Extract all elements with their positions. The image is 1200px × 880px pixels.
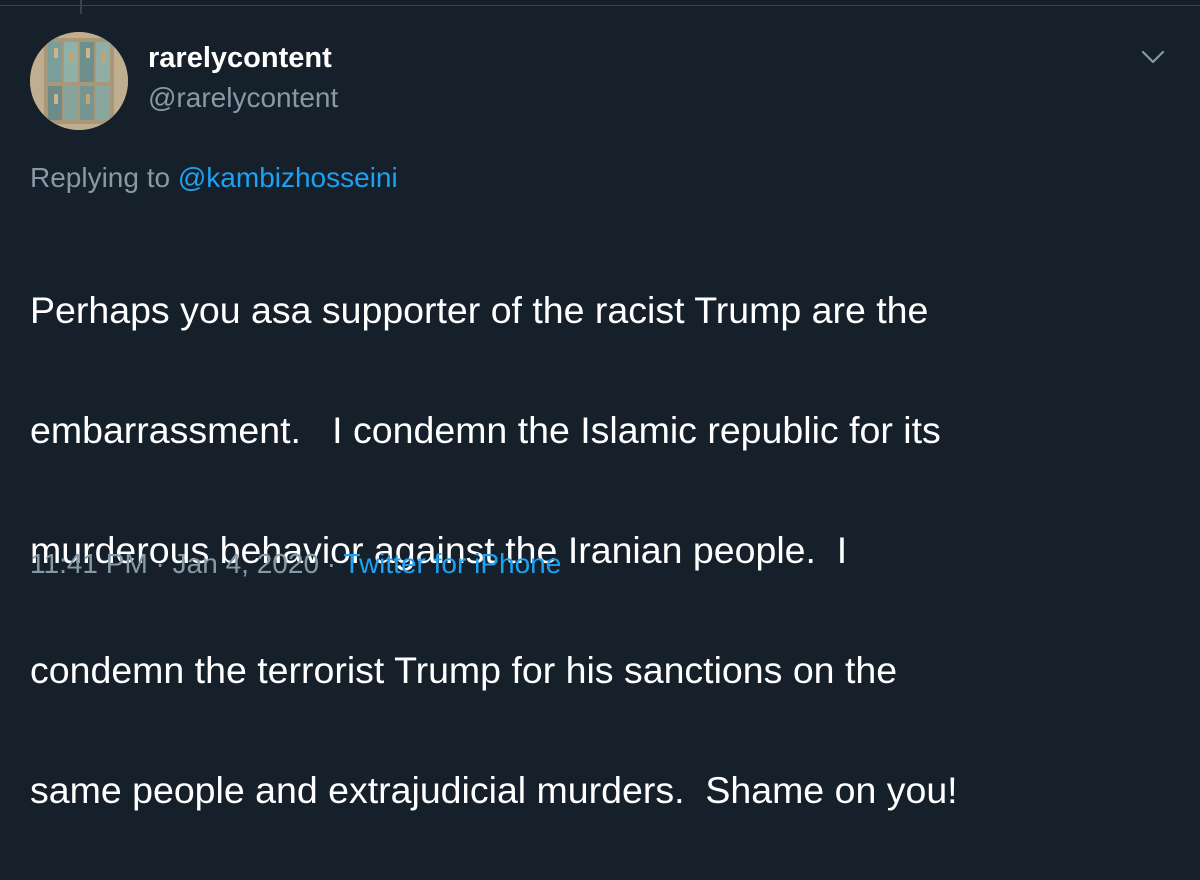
display-name[interactable]: rarelycontent	[148, 42, 332, 75]
tweet-text-line: embarrassment. I condemn the Islamic rep…	[30, 409, 941, 451]
avatar[interactable]	[30, 32, 128, 130]
tweet-text-line: same people and extrajudicial murders. S…	[30, 769, 958, 811]
tweet-menu-button[interactable]	[1138, 44, 1168, 70]
meta-separator: ·	[147, 548, 173, 579]
tweet-text-line: condemn the terrorist Trump for his sanc…	[30, 649, 898, 691]
chevron-down-icon	[1141, 50, 1165, 64]
reply-mention-link[interactable]: @kambizhosseini	[178, 162, 398, 193]
thread-divider	[0, 5, 1200, 6]
stained-glass-avatar-icon	[30, 32, 128, 130]
meta-separator: ·	[319, 548, 344, 579]
reply-context: Replying to @kambizhosseini	[30, 162, 398, 194]
reply-prefix: Replying to	[30, 162, 178, 193]
tweet-meta: 11:41 PM · Jan 4, 2020 · Twitter for iPh…	[30, 548, 561, 580]
thread-connector-line	[80, 0, 82, 14]
user-handle[interactable]: @rarelycontent	[148, 82, 338, 114]
tweet-text-line: Perhaps you asa supporter of the racist …	[30, 289, 929, 331]
tweet-date[interactable]: Jan 4, 2020	[173, 548, 319, 579]
tweet-time[interactable]: 11:41 PM	[30, 548, 148, 579]
tweet-source-link[interactable]: Twitter for iPhone	[343, 548, 561, 579]
